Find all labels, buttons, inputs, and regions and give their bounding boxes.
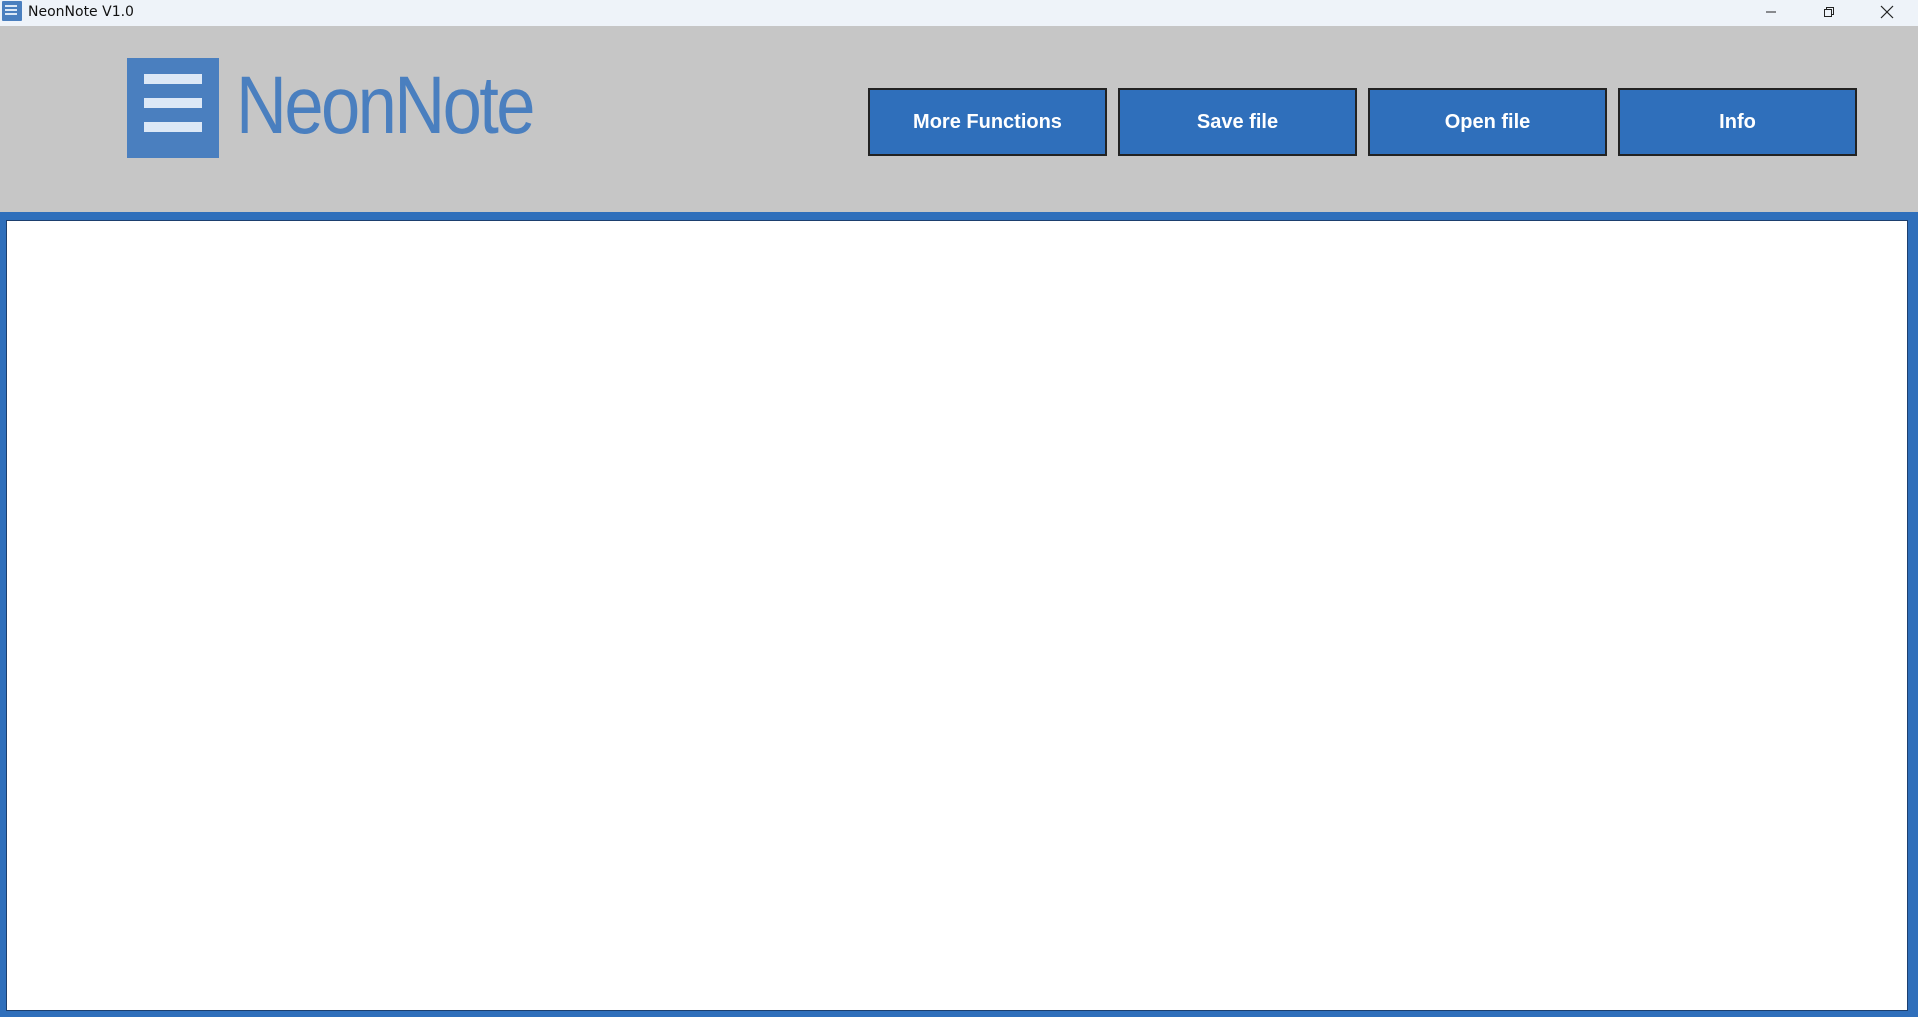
window-title: NeonNote V1.0 xyxy=(28,4,134,20)
info-button[interactable]: Info xyxy=(1618,88,1857,156)
open-file-button[interactable]: Open file xyxy=(1368,88,1607,156)
menu-lines-icon xyxy=(127,58,219,158)
title-bar[interactable]: NeonNote V1.0 xyxy=(0,0,1918,26)
logo-text: NeonNote xyxy=(236,60,535,151)
restore-button[interactable] xyxy=(1800,0,1858,24)
close-button[interactable] xyxy=(1858,0,1916,24)
more-functions-button[interactable]: More Functions xyxy=(868,88,1107,156)
save-file-button[interactable]: Save file xyxy=(1118,88,1357,156)
text-editor[interactable] xyxy=(6,220,1908,1011)
app-window: NeonNote V1.0 NeonNote More Functions Sa… xyxy=(0,0,1918,1017)
minimize-button[interactable] xyxy=(1742,0,1800,24)
close-icon xyxy=(1880,5,1894,19)
editor-frame xyxy=(0,212,1918,1017)
header-bar: NeonNote More Functions Save file Open f… xyxy=(0,26,1918,212)
restore-icon xyxy=(1824,7,1834,17)
minimize-icon xyxy=(1766,11,1776,13)
notepad-icon xyxy=(2,1,22,21)
